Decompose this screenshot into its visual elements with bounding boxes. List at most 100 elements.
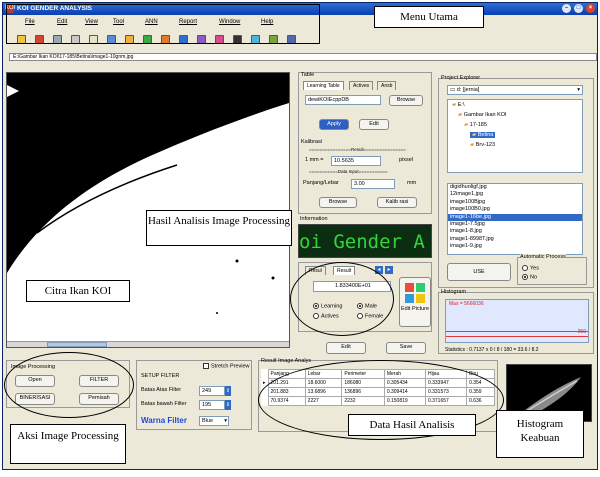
kalibrasi-result-header: ================Result================ [309,147,406,152]
aksi-image-ellipse [4,352,134,418]
save-button[interactable]: Save [386,342,426,354]
histogram-chart: Max = 5666036 250 [445,299,589,343]
folder-tree[interactable]: ▰ E:\ ▰ Gambar Ikan KOI ▰ 17-185 ▰ Betin… [447,99,583,173]
apply-button[interactable]: Apply [319,119,349,130]
menu-utama-frame [6,4,320,44]
table-panel: Table Learning Table Actives Ansb dewiKO… [298,72,432,214]
histogram-baseline [446,336,588,337]
table-browse-button[interactable]: Browse [389,95,423,106]
setup-filter-panel: Stretch Preview SETUP FILTER Batas Atas … [136,360,252,430]
folder-item-selected[interactable]: ▰ Betina [470,132,496,138]
file-item[interactable]: image1-9.jpg [448,243,582,250]
folder-item[interactable]: ▰ E:\ [452,102,465,108]
tab-learning-table[interactable]: Learning Table [303,81,344,90]
kalibrasi-browse-button[interactable]: Browse [319,197,357,208]
file-item[interactable]: image100B0.jpg [448,206,582,213]
kalibrasi-unit-field[interactable]: 10.5635 [331,156,381,166]
auto-no-radio[interactable]: No [522,274,537,280]
hasil-analisis-callout: Hasil Analisis Image Processing [146,210,292,246]
project-explorer-label: Project Explorer [441,75,481,81]
drive-icon: ▭ [450,87,457,93]
stretch-preview-label: Stretch Preview [211,363,250,370]
tab-next-icon[interactable]: ▸ [385,266,393,274]
upper-spinner-icon[interactable]: ⇕ [225,386,231,396]
drive-value: d: [jernia] [456,87,480,93]
folder-label: E:\ [457,102,465,108]
radio-icon [522,265,528,271]
upper-filter-label: Batas Atas Filter [141,387,182,393]
auto-yes-label: Yes [530,265,539,272]
calibrate-button[interactable]: Kalib rasi [377,197,417,208]
file-item[interactable]: image1-8998T.jpg [448,236,582,243]
kalibrasi-unit-suffix: pixsel [399,157,414,163]
folder-item[interactable]: ▰ 17-185 [464,122,487,128]
table-label: Table [301,72,315,78]
use-button[interactable]: USE [447,263,511,281]
automatic-process-group: Automatic Process Yes No [517,254,587,285]
windows-logo-icon [405,283,425,303]
database-file-field[interactable]: dewiKOIEcppDB [305,95,381,105]
file-item[interactable]: image1-7.5jpg [448,221,582,228]
length-label: Panjang/Lebar [303,180,339,186]
minimize-icon[interactable]: – [562,4,571,13]
checkbox-icon [203,363,209,369]
file-item[interactable]: digidhuoligf.jpg [448,184,582,191]
folder-label: Gambar Ikan KOI [463,112,507,118]
folder-item[interactable]: ▰ Gambar Ikan KOI [458,112,507,118]
information-label: Information [300,216,328,222]
drive-select[interactable]: ▭ d: [jernia] ▾ [447,85,583,95]
kalibrasi-label: Kalibrasi [301,139,323,145]
folder-icon: ▰ [464,122,469,128]
file-item[interactable]: 12image1.jpg [448,191,582,198]
lower-spinner-icon[interactable]: ⇕ [225,400,231,410]
auto-yes-radio[interactable]: Yes [522,265,539,271]
length-unit: mm [407,180,417,186]
menu-utama-callout: Menu Utama [374,6,484,28]
information-panel: Information oi Gender A [298,216,432,262]
setup-filter-label: SETUP FILTER [141,373,180,379]
folder-label: Betina [477,132,494,138]
maximize-icon[interactable]: □ [574,4,583,13]
folder-label: Brv-123 [475,142,496,148]
automatic-process-label: Automatic Process [520,254,566,260]
color-filter-select[interactable]: Blue ▾ [199,416,229,426]
file-item-selected[interactable]: image1-16be.jpg [448,213,582,222]
horizontal-scrollbar[interactable] [7,341,289,347]
edit-button[interactable]: Edit [326,342,366,354]
kalibrasi-data-header: ===========Data Input=========== [309,169,388,174]
file-list[interactable]: digidhuoligf.jpg 12image1.jpg image100Bj… [447,183,583,255]
chevron-down-icon: ▾ [224,418,227,424]
kalibrasi-unit-prefix: 1 mm = [305,157,324,163]
project-explorer: Project Explorer ▭ d: [jernia] ▾ ▰ E:\ ▰… [438,75,594,288]
histogram-label: Histogram [441,289,467,295]
length-field[interactable]: 3.00 [351,179,395,189]
tab-ansb[interactable]: Ansb [377,81,397,90]
aksi-image-callout: Aksi Image Processing [10,424,126,464]
folder-icon: ▰ [472,132,477,138]
result-table-label: Result Image Analys [261,358,312,364]
histogram-statistics: Statistics : 0.7137 x 0 / 8 / 180 = 33.6… [445,347,539,353]
data-hasil-callout: Data Hasil Analisis [348,414,476,436]
folder-item[interactable]: ▰ Brv-123 [470,142,495,148]
close-icon[interactable]: × [586,4,595,13]
histogram-baseline [446,331,588,332]
folder-label: 17-185 [469,122,487,128]
color-filter-value: Blue [202,418,214,424]
folder-icon: ▰ [470,142,475,148]
upper-filter-field[interactable]: 249 [199,386,225,396]
path-field[interactable]: E:\Gambar Ikan KOI\17-185\Betina\image1-… [9,53,597,61]
tab-actives[interactable]: Actives [349,81,374,90]
edit-picture-button[interactable]: Edit Picture [399,277,431,327]
histogram-panel: Histogram Max = 5666036 250 Statistics :… [438,289,594,354]
file-item[interactable]: image1-8.jpg [448,228,582,235]
lower-filter-label: Batas bawah Filter [141,401,187,407]
stretch-preview-checkbox[interactable]: Stretch Preview [203,363,250,369]
file-item[interactable]: image100Bjpg [448,199,582,206]
scrollbar-thumb[interactable] [47,342,107,347]
information-ticker: oi Gender A [298,224,432,258]
lower-filter-field[interactable]: 195 [199,400,225,410]
table-edit-button[interactable]: Edit [359,119,389,130]
histogram-keabuan-callout: Histogram Keabuan [496,410,584,458]
chevron-down-icon: ▾ [577,87,580,93]
row-indicator-header [261,370,268,379]
